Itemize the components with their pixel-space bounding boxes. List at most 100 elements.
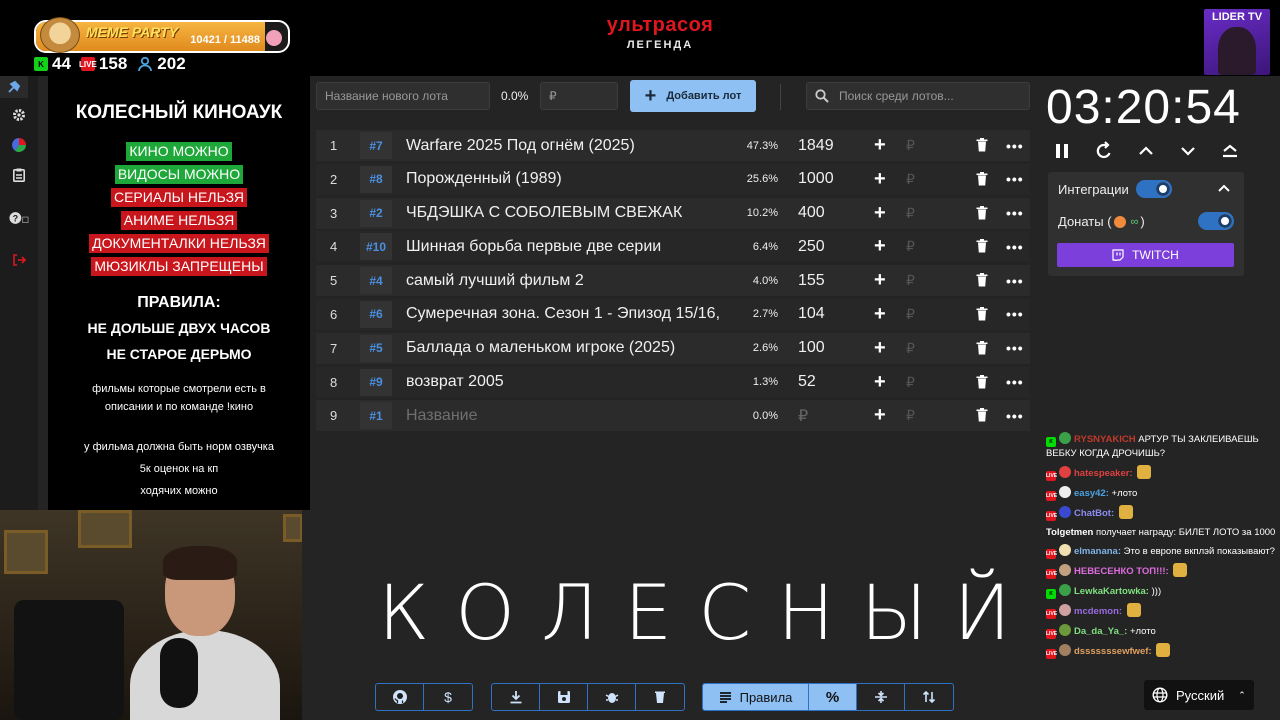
- amount-input[interactable]: ₽: [906, 407, 915, 424]
- subtract-time-button[interactable]: [1174, 138, 1202, 164]
- github-button[interactable]: [376, 684, 424, 710]
- lot-menu-icon[interactable]: •••: [1006, 171, 1024, 187]
- lot-amount[interactable]: 104: [798, 305, 825, 323]
- lot-id-badge[interactable]: #10: [360, 233, 392, 261]
- auction-hammer-icon[interactable]: [0, 76, 28, 98]
- new-lot-amount-input[interactable]: ₽: [540, 82, 618, 110]
- reset-timer-button[interactable]: [1090, 138, 1118, 164]
- lot-menu-icon[interactable]: •••: [1006, 138, 1024, 154]
- lot-id-badge[interactable]: #4: [360, 267, 392, 295]
- add-amount-button[interactable]: +: [874, 168, 886, 191]
- chat-nick[interactable]: RYSNYAKICH: [1074, 434, 1136, 445]
- amount-input[interactable]: ₽: [906, 171, 915, 188]
- delete-lot-icon[interactable]: [976, 239, 988, 253]
- chat-nick[interactable]: elmanana:: [1074, 546, 1121, 557]
- save-button[interactable]: [540, 684, 588, 710]
- add-amount-button[interactable]: +: [874, 134, 886, 157]
- lot-name[interactable]: возврат 2005: [406, 373, 736, 391]
- delete-lot-icon[interactable]: [976, 273, 988, 287]
- add-amount-button[interactable]: +: [874, 371, 886, 394]
- amount-input[interactable]: ₽: [906, 374, 915, 391]
- lot-id-badge[interactable]: #5: [360, 334, 392, 362]
- lot-id-badge[interactable]: #2: [360, 199, 392, 227]
- chat-nick[interactable]: Da_da_Ya_:: [1074, 626, 1127, 637]
- rules-toggle-button[interactable]: Правила: [703, 684, 809, 710]
- add-amount-button[interactable]: +: [874, 202, 886, 225]
- add-amount-button[interactable]: +: [874, 269, 886, 292]
- lot-id-badge[interactable]: #1: [360, 402, 392, 430]
- add-amount-button[interactable]: +: [874, 404, 886, 427]
- percent-toggle-button[interactable]: %: [809, 684, 857, 710]
- lot-name[interactable]: Сумеречная зона. Сезон 1 - Эпизод 15/16,: [406, 305, 736, 323]
- chat-nick[interactable]: hatespeaker:: [1074, 468, 1133, 479]
- integrations-toggle[interactable]: [1136, 180, 1172, 198]
- delete-lot-icon[interactable]: [976, 171, 988, 186]
- donations-toggle[interactable]: [1198, 212, 1234, 230]
- delete-lot-icon[interactable]: [976, 340, 988, 355]
- lot-name[interactable]: Порожденный (1989): [406, 170, 736, 188]
- pause-button[interactable]: [1048, 138, 1076, 164]
- language-select[interactable]: Русский ⌃: [1144, 680, 1254, 710]
- add-amount-button[interactable]: +: [874, 303, 886, 326]
- sort-button[interactable]: [905, 684, 953, 710]
- delete-lot-icon[interactable]: [976, 306, 988, 321]
- wheel-pie-icon[interactable]: [9, 135, 29, 155]
- chat-nick[interactable]: mcdemon:: [1074, 606, 1122, 617]
- lot-amount[interactable]: 52: [798, 373, 816, 391]
- clear-lots-button[interactable]: [636, 684, 684, 710]
- amount-input[interactable]: ₽: [906, 306, 915, 323]
- chat-nick[interactable]: Tolgetmen: [1046, 527, 1093, 538]
- amount-input[interactable]: ₽: [906, 238, 915, 255]
- delete-lot-icon[interactable]: [976, 138, 988, 152]
- logout-icon[interactable]: [9, 250, 29, 270]
- lot-menu-icon[interactable]: •••: [1006, 205, 1024, 221]
- add-amount-button[interactable]: +: [874, 235, 886, 258]
- lot-amount[interactable]: 1000: [798, 170, 834, 188]
- lot-menu-icon[interactable]: •••: [1006, 273, 1024, 289]
- delete-lot-icon[interactable]: [976, 408, 988, 422]
- lot-id-badge[interactable]: #9: [360, 368, 392, 396]
- new-lot-name-input[interactable]: Название нового лота: [316, 82, 490, 110]
- download-button[interactable]: [492, 684, 540, 710]
- lot-menu-icon[interactable]: •••: [1006, 408, 1024, 424]
- delete-lot-icon[interactable]: [976, 205, 988, 220]
- chat-nick[interactable]: НЕВЕСЕНКО ТОП!!!:: [1074, 566, 1169, 577]
- lot-name[interactable]: Шинная борьба первые две серии: [406, 238, 736, 256]
- chevron-up-icon[interactable]: [1218, 184, 1230, 193]
- amount-input[interactable]: ₽: [906, 340, 915, 357]
- add-amount-button[interactable]: +: [874, 337, 886, 360]
- collapse-timer-button[interactable]: [1216, 138, 1244, 164]
- donate-dollar-button[interactable]: $: [424, 684, 472, 710]
- lot-amount[interactable]: 250: [798, 238, 825, 256]
- chat-nick[interactable]: easy42:: [1074, 488, 1109, 499]
- lot-name[interactable]: Warfare 2025 Под огнём (2025): [406, 137, 736, 155]
- add-time-button[interactable]: [1132, 138, 1160, 164]
- lot-amount[interactable]: ₽: [798, 406, 808, 426]
- lot-menu-icon[interactable]: •••: [1006, 340, 1024, 356]
- help-icon[interactable]: ?: [9, 208, 29, 228]
- compress-view-button[interactable]: [857, 684, 905, 710]
- lot-id-badge[interactable]: #6: [360, 300, 392, 328]
- lot-search-input[interactable]: Поиск среди лотов...: [806, 82, 1030, 110]
- lot-amount[interactable]: 100: [798, 339, 825, 357]
- delete-lot-icon[interactable]: [976, 374, 988, 389]
- chat-nick[interactable]: ChatBot:: [1074, 508, 1114, 519]
- lot-id-badge[interactable]: #8: [360, 165, 392, 193]
- lot-amount[interactable]: 1849: [798, 137, 834, 155]
- lot-amount[interactable]: 155: [798, 272, 825, 290]
- lot-name[interactable]: Название: [406, 407, 736, 425]
- lot-menu-icon[interactable]: •••: [1006, 239, 1024, 255]
- lot-menu-icon[interactable]: •••: [1006, 374, 1024, 390]
- lot-amount[interactable]: 400: [798, 204, 825, 222]
- lot-name[interactable]: Баллада о маленьком игроке (2025): [406, 339, 736, 357]
- amount-input[interactable]: ₽: [906, 205, 915, 222]
- amount-input[interactable]: ₽: [906, 272, 915, 289]
- add-lot-button[interactable]: + Добавить лот: [630, 80, 756, 112]
- chat-nick[interactable]: dsssssssewfwef:: [1074, 646, 1152, 657]
- twitch-connect-button[interactable]: TWITCH: [1057, 243, 1234, 267]
- lot-name[interactable]: самый лучший фильм 2: [406, 272, 736, 290]
- amount-input[interactable]: ₽: [906, 137, 915, 154]
- bug-report-button[interactable]: [588, 684, 636, 710]
- settings-gear-icon[interactable]: [9, 105, 29, 125]
- lot-id-badge[interactable]: #7: [360, 132, 392, 159]
